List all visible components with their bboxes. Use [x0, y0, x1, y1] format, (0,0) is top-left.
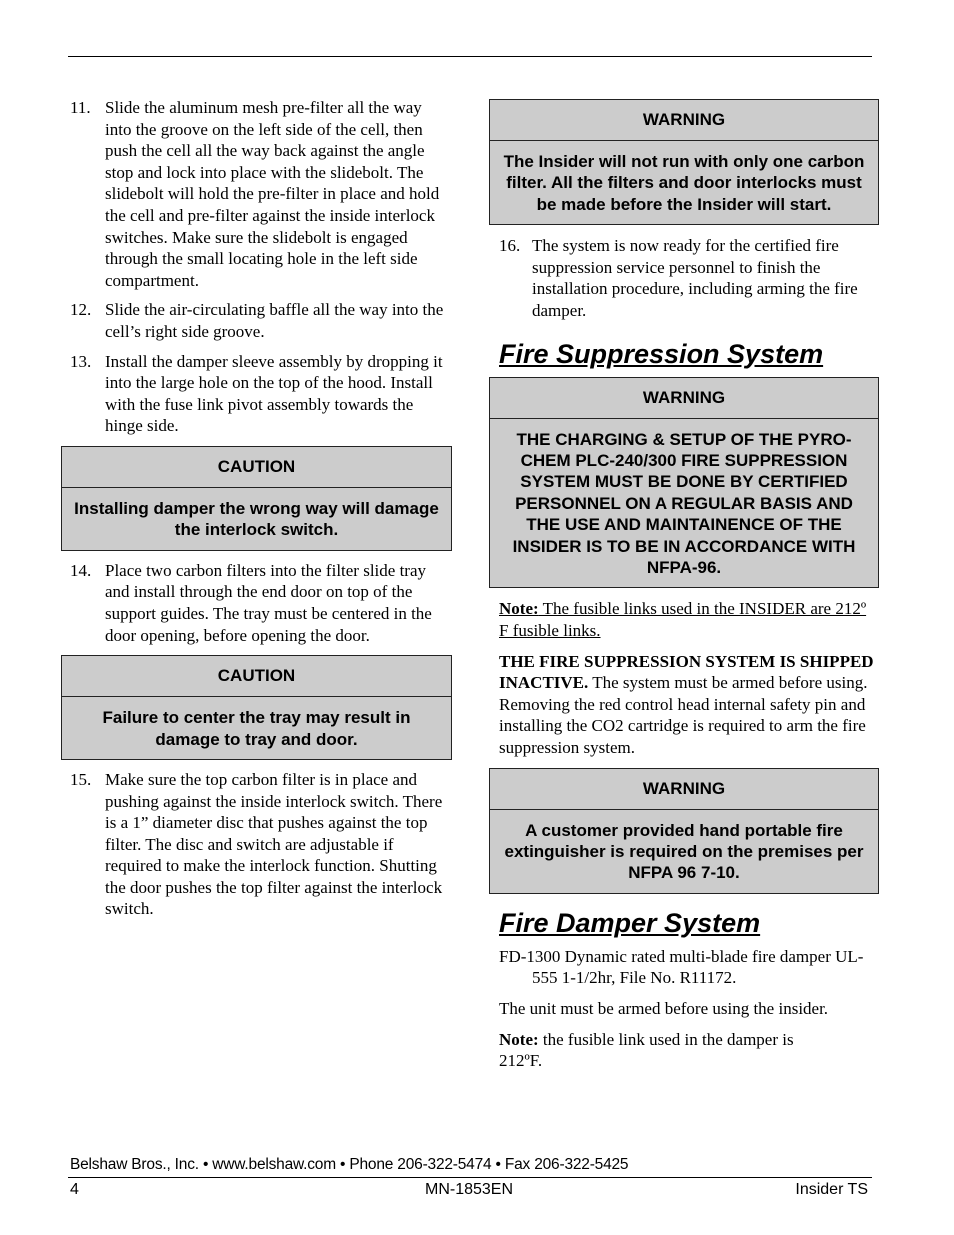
footer-rule: [68, 1177, 872, 1178]
warning-title: WARNING: [490, 100, 878, 141]
right-column: WARNING The Insider will not run with on…: [489, 99, 879, 1072]
document-number: MN-1853EN: [424, 1181, 514, 1198]
fire-suppression-heading: Fire Suppression System: [499, 338, 824, 369]
step-number: 12.: [70, 300, 92, 320]
warning-body: The Insider will not run with only one c…: [503, 152, 865, 214]
caution-title: CAUTION: [62, 447, 451, 488]
step-text: Slide the aluminum mesh pre-filter all t…: [105, 98, 440, 290]
warning-body: A customer provided hand portable fire e…: [504, 820, 864, 883]
step-number: 11.: [70, 98, 91, 117]
note-text: the fusible link used in the damper is 2…: [499, 1029, 794, 1071]
step-text: Make sure the top carbon filter is in pl…: [105, 769, 443, 919]
step-13: 13. Install the damper sleeve assembly b…: [68, 351, 445, 437]
warning-title: WARNING: [490, 769, 878, 810]
product-name: Insider TS: [795, 1181, 868, 1198]
warning-box-extinguisher: WARNING A customer provided hand portabl…: [489, 767, 879, 894]
warning-title: WARNING: [490, 378, 878, 419]
step-11: 11. Slide the aluminum mesh pre-filter a…: [68, 97, 445, 291]
footer-contact: Belshaw Bros., Inc. • www.belshaw.com • …: [70, 1156, 629, 1173]
step-number: 14.: [70, 560, 92, 580]
caution-title: CAUTION: [62, 656, 451, 698]
caution-body: Failure to center the tray may result in…: [102, 708, 411, 749]
shipped-inactive-paragraph: THE FIRE SUPPRESSION SYSTEM IS SHIPPED I…: [489, 651, 879, 759]
step-16: 16. The system is now ready for the cert…: [489, 235, 879, 321]
fusible-links-note: Note: The fusible links used in the INSI…: [489, 598, 879, 641]
note-label: Note:: [499, 599, 539, 619]
fire-damper-note: Note: the fusible link used in the dampe…: [489, 1029, 829, 1072]
note-label: Note:: [499, 1029, 539, 1049]
caution-body: Installing damper the wrong way will dam…: [74, 498, 439, 540]
note-text: The fusible links used in the INSIDER ar…: [499, 599, 867, 641]
step-text: Place two carbon filters into the filter…: [105, 560, 432, 645]
fire-damper-heading: Fire Damper System: [499, 907, 761, 938]
step-12: 12. Slide the air-circulating baffle all…: [68, 299, 445, 342]
step-text: Install the damper sleeve assembly by dr…: [105, 351, 443, 436]
header-rule: [68, 56, 872, 57]
step-number: 13.: [70, 351, 92, 371]
step-15: 15. Make sure the top carbon filter is i…: [68, 769, 445, 920]
left-column: 11. Slide the aluminum mesh pre-filter a…: [61, 97, 452, 928]
caution-box-damper: CAUTION Installing damper the wrong way …: [61, 445, 452, 551]
step-text: The system is now ready for the certifie…: [532, 236, 858, 320]
caution-box-tray: CAUTION Failure to center the tray may r…: [61, 655, 452, 760]
step-14: 14. Place two carbon filters into the fi…: [68, 560, 445, 646]
step-number: 15.: [70, 769, 92, 789]
warning-box-filters: WARNING The Insider will not run with on…: [489, 99, 879, 226]
warning-body: THE CHARGING & SETUP OF THE PYRO-CHEM PL…: [512, 429, 856, 578]
warning-box-fire-suppression: WARNING THE CHARGING & SETUP OF THE PYRO…: [489, 376, 879, 589]
fire-damper-armed: The unit must be armed before using the …: [499, 999, 829, 1018]
step-text: Slide the air-circulating baffle all the…: [105, 300, 444, 341]
step-number: 16.: [499, 236, 521, 256]
fire-damper-spec: FD-1300 Dynamic rated multi-blade fire d…: [499, 946, 864, 988]
